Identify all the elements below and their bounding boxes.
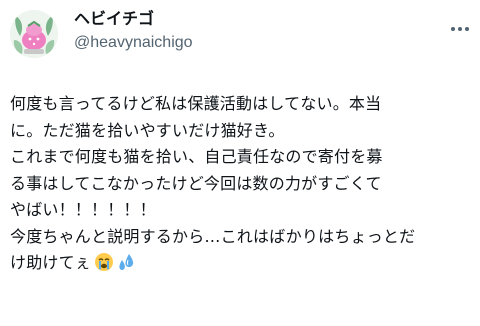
tweet-last-line: け助けてぇ (10, 250, 472, 277)
tweet-line: 何度も言ってるけど私は保護活動はしてない。本当 (10, 94, 382, 113)
tweet-line: 今度ちゃんと説明するから…これはばかりはちょっとだ (10, 226, 416, 246)
user-handle[interactable]: @heavynaichigo (74, 32, 193, 54)
tweet-card: ヘビイチゴ @heavynaichigo 何度も言ってるけど私は保護活動はしてな… (0, 0, 480, 326)
tweet-line: やばい！！！！！！ (10, 200, 156, 219)
more-options-icon[interactable] (450, 18, 470, 31)
tweet-line: に。ただ猫を拾いやすいだけ猫好き。 (10, 120, 285, 140)
avatar-image (10, 10, 58, 58)
tweet-line: る事はしてこなかったけど今回は数の力がすごくて (10, 173, 382, 193)
tweet-line: これまで何度も猫を拾い、自己責任なので寄付を募 (10, 147, 383, 166)
sweat-droplets-icon (117, 252, 137, 272)
avatar[interactable] (10, 10, 58, 58)
user-names: ヘビイチゴ @heavynaichigo (74, 8, 193, 54)
loudly-crying-face-icon (94, 252, 114, 272)
tweet-line: け助けてぇ (10, 253, 92, 272)
tweet-header: ヘビイチゴ @heavynaichigo (10, 8, 470, 58)
display-name[interactable]: ヘビイチゴ (74, 8, 193, 30)
tweet-text: 何度も言ってるけど私は保護活動はしてない。本当 に。ただ猫を拾いやすいだけ猫好き… (10, 91, 472, 277)
